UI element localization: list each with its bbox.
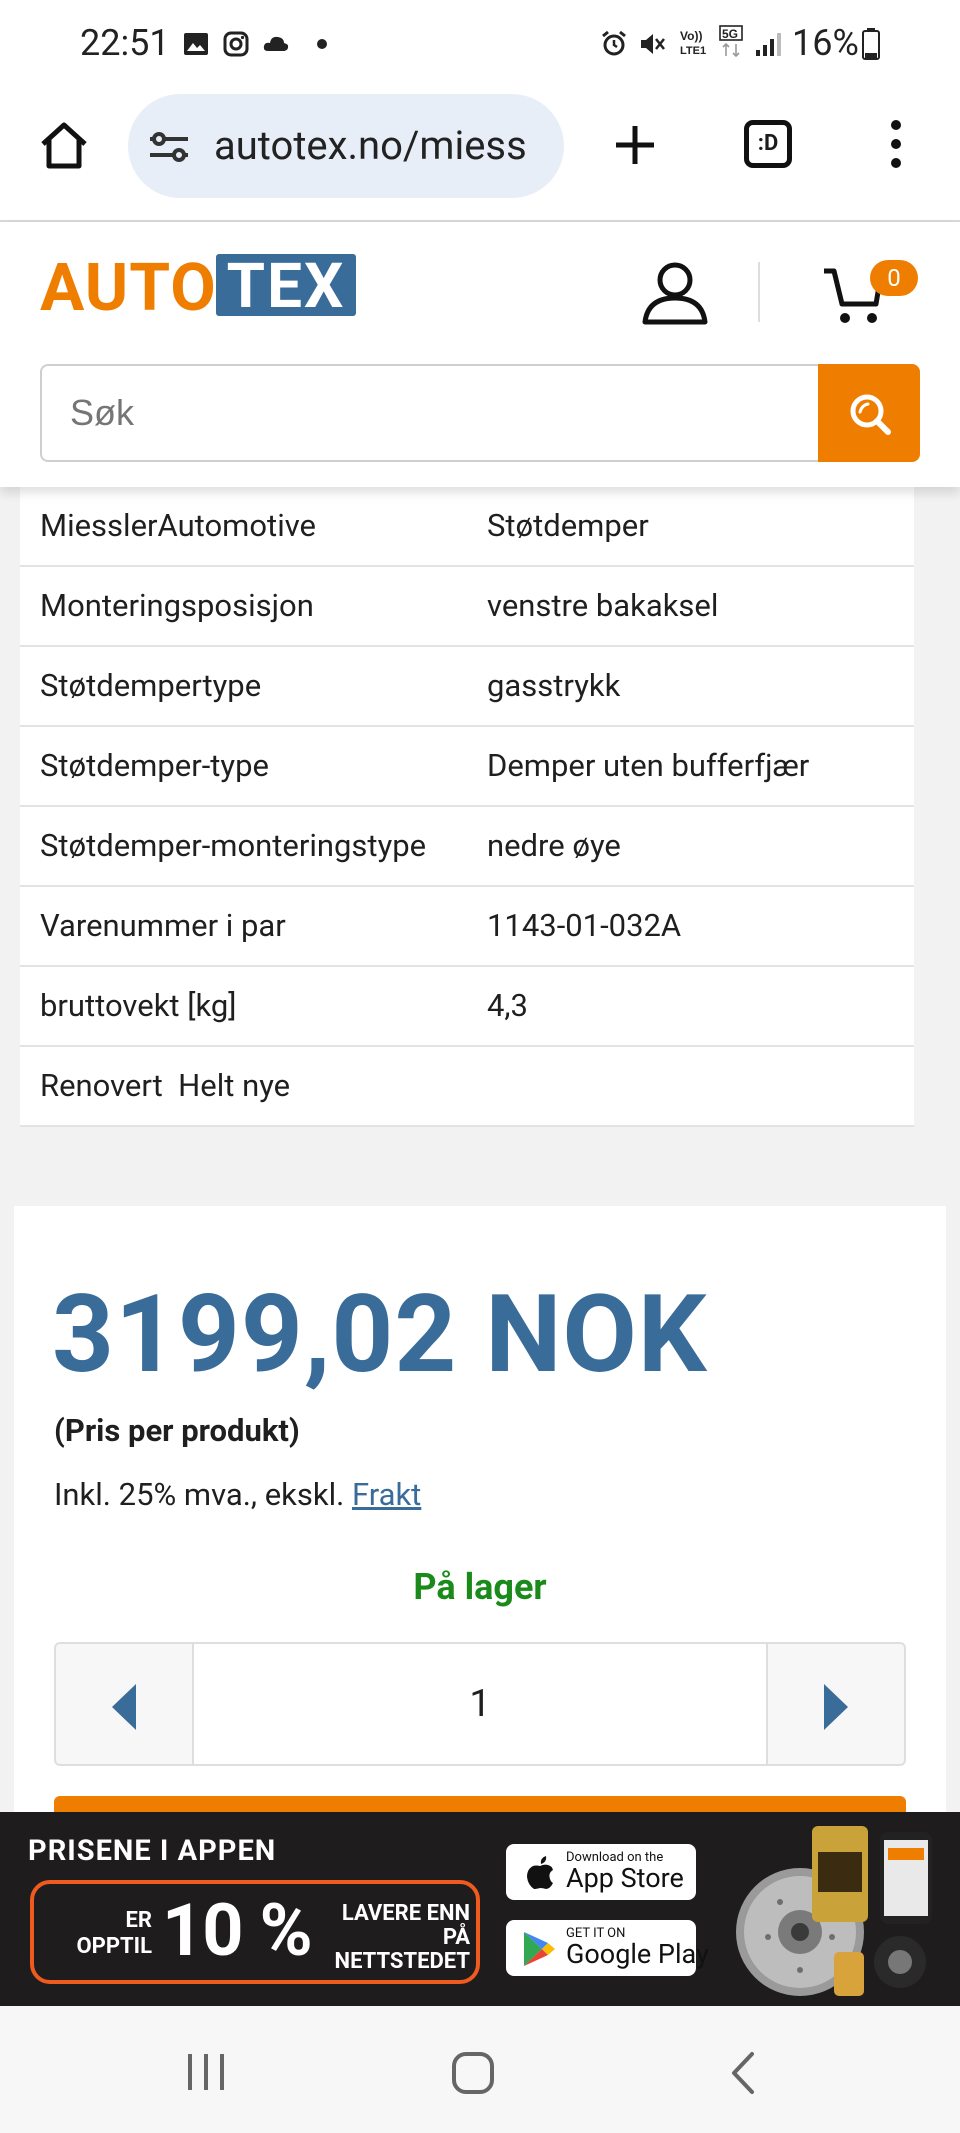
quantity-stepper: 1 xyxy=(54,1642,906,1766)
stock-status: På lager xyxy=(413,1566,547,1608)
google-play-icon xyxy=(524,1932,555,1966)
spec-row: Støtdemper-monteringstype nedre øye xyxy=(20,807,914,887)
signal-icon xyxy=(756,33,781,56)
site-settings-icon[interactable] xyxy=(148,130,190,164)
volte-icon: Vo)) LTE1 xyxy=(680,29,706,57)
spec-row: Støtdempertype gasstrykk xyxy=(20,647,914,727)
spec-row: Monteringsposisjon venstre bakaksel xyxy=(20,567,914,647)
spec-value: venstre bakaksel xyxy=(487,587,719,624)
googleplay-big-text: Google Play xyxy=(566,1938,709,1970)
price-note: (Pris per produkt) xyxy=(54,1412,300,1449)
product-price: 3199,02 NOK xyxy=(52,1272,708,1398)
spec-key: Varenummer i par xyxy=(40,907,286,944)
app-store-button[interactable]: Download on the App Store xyxy=(506,1844,696,1900)
google-play-button[interactable]: GET IT ON Google Play xyxy=(506,1920,709,1976)
quantity-field[interactable]: 1 xyxy=(192,1644,768,1764)
spec-value: nedre øye xyxy=(487,827,621,864)
status-time: 22:51 xyxy=(80,22,170,64)
tab-switcher-button[interactable]: :D xyxy=(744,120,792,168)
cart-count-badge[interactable]: 0 xyxy=(870,260,918,296)
spec-row: Varenummer i par 1143-01-032A xyxy=(20,887,914,967)
spec-key: Renovert Helt nye xyxy=(40,1067,291,1104)
decrease-quantity-button[interactable] xyxy=(56,1644,192,1764)
increase-quantity-button[interactable] xyxy=(768,1644,904,1764)
user-account-icon[interactable] xyxy=(640,260,710,326)
gallery-icon xyxy=(184,33,208,55)
battery-percentage: 16% xyxy=(792,22,859,64)
search-button[interactable] xyxy=(818,364,920,462)
cloud-icon xyxy=(263,36,289,51)
spec-key: bruttovekt [kg] xyxy=(40,987,237,1024)
recent-apps-icon[interactable] xyxy=(184,2052,228,2092)
browser-toolbar: autotex.no/miess :D xyxy=(0,90,960,222)
new-tab-icon[interactable] xyxy=(612,122,658,168)
spec-key: MiesslerAutomotive xyxy=(40,507,316,544)
status-bar: 22:51 Vo)) LTE1 5G 16% xyxy=(0,0,960,90)
discount-prefix: ER OPPTIL xyxy=(76,1908,153,1959)
android-nav-bar xyxy=(0,2006,960,2133)
battery-icon xyxy=(862,28,880,60)
url-text[interactable]: autotex.no/miess xyxy=(214,122,544,169)
home-nav-icon[interactable] xyxy=(450,2050,496,2096)
mute-icon xyxy=(641,34,665,54)
back-icon[interactable] xyxy=(728,2050,758,2096)
alarm-icon xyxy=(602,30,626,56)
arrow-right-icon xyxy=(824,1684,848,1730)
car-parts-image xyxy=(736,1826,932,1996)
site-header: AUTO TEX 0 xyxy=(0,222,960,487)
home-icon[interactable] xyxy=(38,120,90,172)
spec-row: Renovert Helt nye xyxy=(20,1047,914,1127)
spec-key: Støtdemper-type xyxy=(40,747,269,784)
spec-key: Monteringsposisjon xyxy=(40,587,314,624)
spec-value: Demper uten bufferfjær xyxy=(487,747,810,784)
spec-row: MiesslerAutomotive Støtdemper xyxy=(20,487,914,567)
dot-icon xyxy=(317,39,327,49)
shipping-link[interactable]: Frakt xyxy=(352,1476,421,1513)
arrow-left-icon xyxy=(112,1684,136,1730)
banner-title: PRISENE I APPEN xyxy=(28,1834,277,1868)
svg-text:LTE1: LTE1 xyxy=(680,45,706,57)
discount-box: ER OPPTIL 10 % LAVERE ENN PÅ NETTSTEDET xyxy=(30,1880,480,1984)
spec-value: gasstrykk xyxy=(487,667,621,704)
spec-value: 4,3 xyxy=(487,987,528,1024)
spec-key: Støtdempertype xyxy=(40,667,262,704)
discount-percent: 10 % xyxy=(162,1888,313,1973)
search-icon xyxy=(850,394,891,435)
spec-value: Støtdemper xyxy=(487,507,649,544)
spec-key: Støtdemper-monteringstype xyxy=(40,827,427,864)
app-promo-banner[interactable]: PRISENE I APPEN ER OPPTIL 10 % LAVERE EN… xyxy=(0,1812,960,2006)
svg-text:5G: 5G xyxy=(722,27,738,41)
logo-tex-text: TEX xyxy=(226,250,346,323)
autotex-logo[interactable]: AUTO TEX xyxy=(0,222,370,342)
vat-text: Inkl. 25% mva., ekskl. xyxy=(54,1476,352,1513)
price-card: 3199,02 NOK (Pris per produkt) Inkl. 25%… xyxy=(14,1206,946,1826)
logo-auto-text: AUTO xyxy=(40,250,217,327)
spec-row: Støtdemper-type Demper uten bufferfjær xyxy=(20,727,914,807)
5g-icon: 5G xyxy=(719,25,743,58)
more-options-icon[interactable] xyxy=(886,118,906,170)
spec-value: 1143-01-032A xyxy=(487,907,682,944)
spec-row: bruttovekt [kg] 4,3 xyxy=(20,967,914,1047)
appstore-big-text: App Store xyxy=(566,1862,684,1894)
svg-text:Vo)): Vo)) xyxy=(680,29,702,43)
address-bar[interactable]: autotex.no/miess xyxy=(128,94,564,198)
apple-icon xyxy=(527,1856,553,1889)
discount-suffix: LAVERE ENN PÅ NETTSTEDET xyxy=(334,1901,470,1974)
logo-tex-box: TEX xyxy=(216,250,356,323)
specifications-table: MiesslerAutomotive Støtdemper Monteringsp… xyxy=(20,487,914,1127)
vat-info: Inkl. 25% mva., ekskl. Frakt xyxy=(54,1476,421,1513)
search-input[interactable] xyxy=(40,364,820,462)
header-divider xyxy=(758,262,760,322)
instagram-icon xyxy=(223,31,249,57)
tab-count: :D xyxy=(757,131,779,156)
